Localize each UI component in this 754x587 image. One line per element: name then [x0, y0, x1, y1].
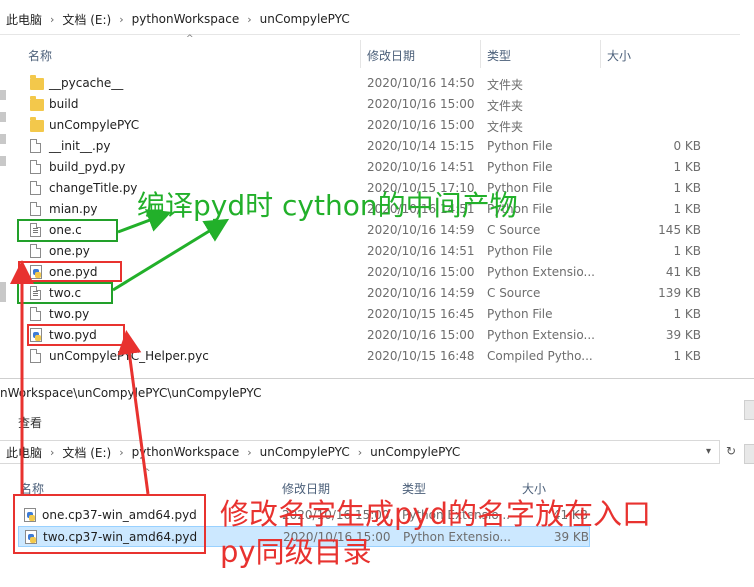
- annotation-red-text-line2: py同级目录: [220, 535, 372, 569]
- annotation-green-text: 编译pyd时 cython的中间产物: [137, 189, 518, 222]
- annotation-red-text-line1: 修改名字生成pyd的名字放在入口: [220, 497, 651, 531]
- arrow-green-two-c: [112, 218, 230, 292]
- arrow-red-two-pyd: [117, 330, 150, 495]
